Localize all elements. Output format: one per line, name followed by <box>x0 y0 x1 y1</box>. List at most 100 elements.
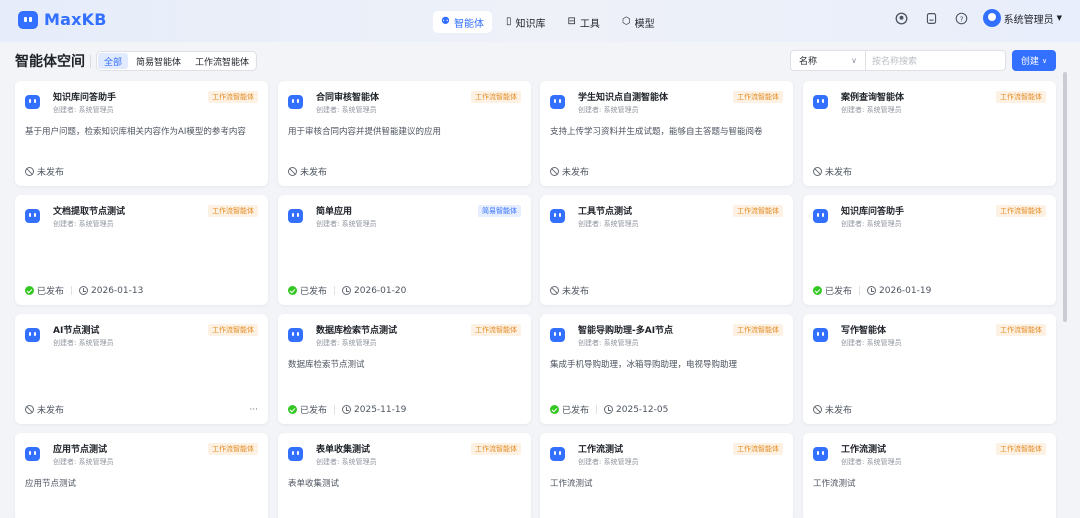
search-field-select[interactable]: 名称 ∨ <box>791 51 866 70</box>
status-text: 未发布 <box>37 406 65 416</box>
clock-icon <box>342 286 352 295</box>
publish-date: 2025-12-05 <box>616 404 669 415</box>
toolbox-icon: ⊟ <box>567 16 576 27</box>
cube-icon: ⬡ <box>621 16 631 27</box>
agent-card[interactable]: 工作流测试 创建者: 系统管理员 工作流智能体 工作流测试 <box>803 433 1056 518</box>
agent-creator: 创建者: 系统管理员 <box>578 106 639 114</box>
agent-name: 知识库问答助手 <box>53 93 117 103</box>
agent-creator: 创建者: 系统管理员 <box>316 220 377 228</box>
help-icon[interactable]: ? <box>953 9 971 27</box>
app-name: MaxKB <box>44 10 107 29</box>
agent-name: 数据库检索节点测试 <box>316 326 398 336</box>
agent-name: 智能导购助理-多AI节点 <box>578 326 674 336</box>
agent-avatar-icon <box>813 328 828 342</box>
nav-models[interactable]: ⬡ 模型 <box>614 11 663 33</box>
agent-name: 合同审核智能体 <box>316 93 380 103</box>
agent-type-tag: 简易智能体 <box>478 205 521 217</box>
agent-card[interactable]: 案例查询智能体 创建者: 系统管理员 工作流智能体 未发布 <box>803 81 1056 186</box>
status-text: 未发布 <box>562 287 590 297</box>
agent-creator: 创建者: 系统管理员 <box>841 339 902 347</box>
status-text: 未发布 <box>825 168 853 178</box>
agent-type-tag: 工作流智能体 <box>208 91 258 103</box>
nav-knowledge[interactable]: ▯ 知识库 <box>498 11 554 33</box>
app-logo[interactable]: MaxKB <box>18 10 107 29</box>
agent-avatar-icon <box>550 447 565 461</box>
agent-status: 已发布 2026-01-19 <box>813 284 931 297</box>
page-title: 智能体空间 <box>15 54 85 70</box>
clock-icon <box>604 405 614 414</box>
agent-description: 表单收集测试 <box>288 479 340 489</box>
agent-name: 文档提取节点测试 <box>53 207 126 217</box>
agent-description: 集成手机导购助理，冰箱导购助理，电视导购助理 <box>550 360 738 370</box>
agent-creator: 创建者: 系统管理员 <box>316 339 377 347</box>
search-field-value: 名称 <box>799 57 818 67</box>
header-tools: ? 系统管理员 ▼ <box>893 9 1062 27</box>
agent-avatar-icon <box>25 209 40 223</box>
agent-description: 基于用户问题，检索知识库相关内容作为AI模型的参考内容 <box>25 127 246 137</box>
agent-avatar-icon <box>25 447 40 461</box>
robot-icon: ⚉ <box>441 16 450 27</box>
github-icon[interactable] <box>893 9 911 27</box>
search-input[interactable]: 按名称搜索 <box>866 54 1005 67</box>
agent-card[interactable]: 工作流测试 创建者: 系统管理员 工作流智能体 工作流测试 <box>540 433 793 518</box>
agent-avatar-icon <box>813 95 828 109</box>
filter-simple[interactable]: 简易智能体 <box>130 53 187 69</box>
status-text: 已发布 <box>37 287 65 297</box>
agent-type-tag: 工作流智能体 <box>996 205 1046 217</box>
agent-card[interactable]: 学生知识点自测智能体 创建者: 系统管理员 工作流智能体 支持上传学习资料并生成试题，… <box>540 81 793 186</box>
agent-creator: 创建者: 系统管理员 <box>316 458 377 466</box>
user-menu[interactable]: 系统管理员 ▼ <box>982 9 1062 27</box>
agent-card[interactable]: 写作智能体 创建者: 系统管理员 工作流智能体 未发布 <box>803 314 1056 424</box>
publish-date: 2025-11-19 <box>354 404 407 415</box>
status-text: 已发布 <box>562 406 590 416</box>
avatar <box>982 9 1001 27</box>
agent-status: 已发布 2026-01-20 <box>288 284 406 297</box>
nav-tools-label: 工具 <box>579 18 600 30</box>
agent-card[interactable]: 简单应用创建者: 系统管理员 简易智能体已发布 2026-01-20 <box>278 195 531 305</box>
book-icon: ▯ <box>505 16 512 27</box>
agent-type-tag: 工作流智能体 <box>733 324 783 336</box>
agent-card[interactable]: 知识库问答助手 创建者: 系统管理员 工作流智能体 基于用户问题，检索知识库相关内容作… <box>15 81 268 186</box>
agent-type-tag: 工作流智能体 <box>471 324 521 336</box>
scrollbar[interactable] <box>1063 72 1067 322</box>
forbidden-icon <box>813 405 822 414</box>
forbidden-icon <box>550 286 559 295</box>
clock-icon <box>342 405 352 414</box>
publish-date: 2026-01-19 <box>879 285 932 296</box>
document-icon[interactable] <box>923 9 941 27</box>
agent-name: 简单应用 <box>316 207 353 217</box>
agent-card[interactable]: 知识库问答助手 创建者: 系统管理员 工作流智能体 已发布 2026-01-19 <box>803 195 1056 305</box>
status-divider <box>596 405 598 414</box>
agent-card[interactable]: 表单收集测试 创建者: 系统管理员 工作流智能体 表单收集测试 <box>278 433 531 518</box>
agent-type-tag: 工作流智能体 <box>208 324 258 336</box>
more-options-icon[interactable]: ··· <box>249 405 258 415</box>
create-label: 创建 <box>1020 57 1039 67</box>
forbidden-icon <box>25 167 34 176</box>
agent-name: 知识库问答助手 <box>841 207 905 217</box>
agent-card[interactable]: 工具节点测试 创建者: 系统管理员 工作流智能体 未发布 <box>540 195 793 305</box>
user-name: 系统管理员 <box>1003 14 1054 26</box>
forbidden-icon <box>550 167 559 176</box>
nav-tools[interactable]: ⊟ 工具 <box>559 11 607 33</box>
agent-card[interactable]: AI节点测试 创建者: 系统管理员 工作流智能体 未发布 ··· <box>15 314 268 424</box>
filter-all[interactable]: 全部 <box>98 53 129 69</box>
agent-status: 已发布 2025-11-19 <box>288 403 406 416</box>
create-button[interactable]: 创建 ∨ <box>1012 50 1056 71</box>
agent-type-tag: 工作流智能体 <box>996 443 1046 455</box>
check-circle-icon <box>550 405 559 414</box>
title-divider <box>90 55 91 68</box>
forbidden-icon <box>25 405 34 414</box>
status-divider <box>71 286 73 295</box>
agent-status: 未发布 <box>25 165 64 178</box>
agent-card[interactable]: 文档提取节点测试 创建者: 系统管理员 工作流智能体 已发布 2026-01-13 <box>15 195 268 305</box>
agent-card[interactable]: 应用节点测试 创建者: 系统管理员 工作流智能体 应用节点测试 <box>15 433 268 518</box>
agent-card[interactable]: 数据库检索节点测试 创建者: 系统管理员 工作流智能体 数据库检索节点测试 已发布 202… <box>278 314 531 424</box>
status-divider <box>859 286 861 295</box>
nav-knowledge-label: 知识库 <box>515 18 546 30</box>
filter-workflow[interactable]: 工作流智能体 <box>189 53 255 69</box>
agent-card[interactable]: 智能导购助理-多AI节点 创建者: 系统管理员 工作流智能体 集成手机导购助理，冰箱导… <box>540 314 793 424</box>
nav-agents[interactable]: ⚉ 智能体 <box>433 11 492 33</box>
clock-icon <box>867 286 877 295</box>
agent-avatar-icon <box>550 95 565 109</box>
agent-card[interactable]: 合同审核智能体 创建者: 系统管理员 工作流智能体 用于审核合同内容并提供智能建议的应… <box>278 81 531 186</box>
